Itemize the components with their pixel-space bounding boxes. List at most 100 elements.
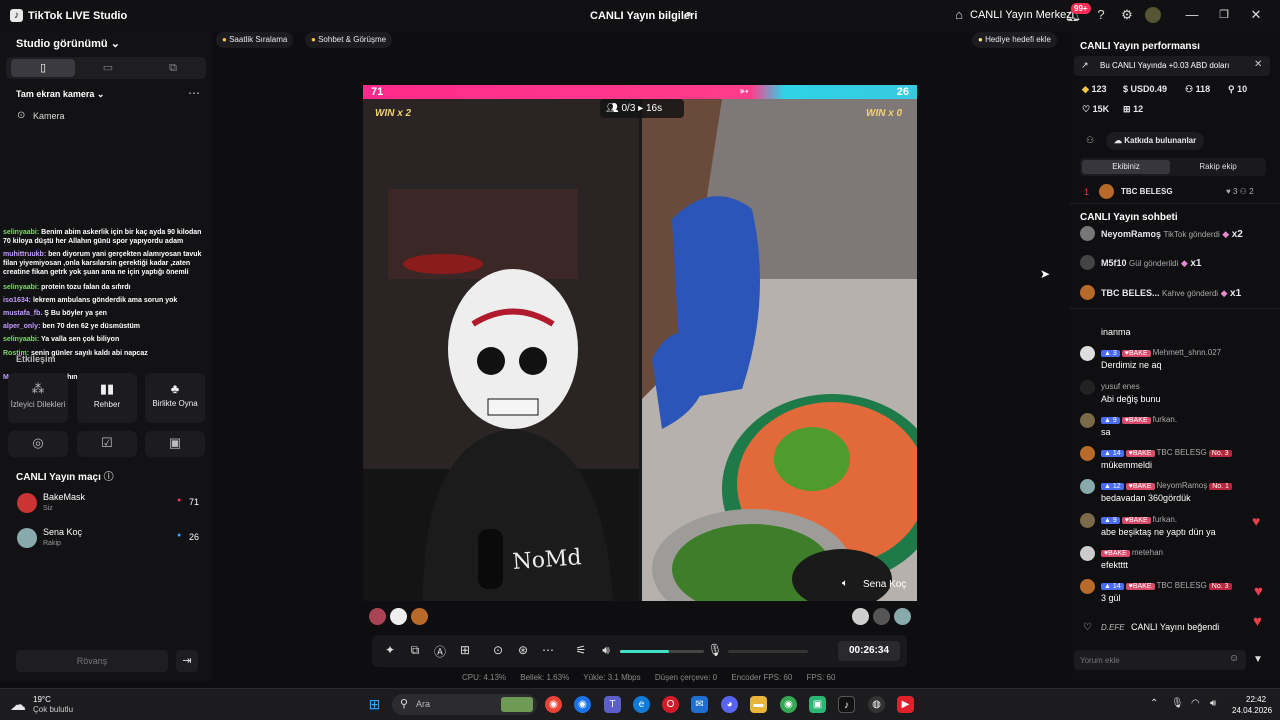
volume-icon[interactable]: 🔊︎	[597, 643, 615, 658]
volume-slider[interactable]	[620, 650, 704, 653]
chrome-icon[interactable]: ◉	[545, 696, 562, 713]
live-center-button[interactable]: CANLI Yayın Merkezi	[970, 9, 1074, 21]
close-icon[interactable]: ✕	[1254, 59, 1262, 70]
tool-tile-2[interactable]: ☑	[77, 431, 137, 457]
tab-our-team[interactable]: Ekibiniz	[1082, 160, 1170, 174]
opponent-win-streak: WIN x 0	[866, 108, 903, 119]
gift-icon: ⊞	[1123, 104, 1131, 114]
portrait-mode-button[interactable]: ▯	[11, 59, 75, 77]
teams-icon[interactable]: T	[604, 696, 621, 713]
windows-start-icon[interactable]: ⊞	[366, 696, 383, 713]
camera-source-label[interactable]: Kamera	[33, 111, 65, 121]
file-explorer-icon[interactable]: ▬	[750, 696, 767, 713]
app-icon[interactable]: ◍	[868, 696, 885, 713]
chat-username[interactable]: furkan.	[1153, 415, 1177, 424]
close-icon[interactable]: ✕	[1247, 6, 1265, 24]
app-icon[interactable]: ▣	[809, 696, 826, 713]
left-panel: Studio görünümü ⌄ ▯ ▭ ⧉ Tam ekran kamera…	[0, 31, 212, 681]
tray-chevron-icon[interactable]: ⌃	[1150, 698, 1158, 709]
chat-username[interactable]: Mehmett_shnn.027	[1153, 348, 1222, 357]
divider	[1070, 308, 1280, 309]
contributor-avatar[interactable]	[369, 608, 386, 625]
gear-icon[interactable]: ⚙	[1118, 6, 1136, 24]
studio-view-dropdown[interactable]: Studio görünümü ⌄	[16, 37, 120, 50]
tiktok-live-studio-icon[interactable]: ♪	[838, 696, 855, 713]
tab-rival-team[interactable]: Rakip ekip	[1174, 160, 1262, 174]
chat-username[interactable]: TBC BELESG	[1157, 581, 1207, 590]
chat-username[interactable]: NeyomRamoş	[1157, 481, 1208, 490]
gift-count: x1	[1230, 288, 1242, 299]
youtube-icon[interactable]: ▶	[897, 696, 914, 713]
tool-tile-1[interactable]: ◎	[8, 431, 68, 457]
viewer-wishes-tile[interactable]: ⁂ İzleyici Dilekleri	[8, 373, 68, 423]
speaker-icon[interactable]: 🔈︎	[842, 578, 848, 589]
tool-tile-3[interactable]: ▣	[145, 431, 205, 457]
chat-avatar	[1080, 413, 1095, 428]
avatar[interactable]	[1145, 7, 1161, 23]
contributor-avatar[interactable]	[873, 608, 890, 625]
chat-username[interactable]: furkan.	[1153, 515, 1177, 524]
play-together-tile[interactable]: ♣ Birlikte Oyna	[145, 373, 205, 423]
chrome-profile-icon[interactable]: ◉	[574, 696, 591, 713]
gift-goal-chip[interactable]: ● Hediye hedefi ekle	[972, 32, 1057, 48]
more-icon[interactable]: ⋯	[188, 86, 200, 100]
comment-box[interactable]: ☺	[1074, 650, 1246, 670]
contributor-avatar[interactable]	[390, 608, 407, 625]
metric-viewers: ⚇ 118	[1185, 84, 1211, 94]
chat-username[interactable]: TBC BELESG	[1157, 448, 1207, 457]
dual-mode-button[interactable]: ⧉	[141, 59, 205, 77]
ai-icon[interactable]: Ⓐ	[431, 643, 449, 660]
taskbar-search[interactable]: ⚲ Ara	[392, 694, 537, 715]
microphone-icon[interactable]: 🎙︎	[706, 643, 724, 657]
capture-icon[interactable]: ⊛	[514, 643, 532, 657]
chat-username[interactable]: metehan	[1132, 548, 1163, 557]
more-icon[interactable]: ⋯	[539, 643, 557, 657]
chat-username: selinyaabi:	[3, 336, 40, 343]
help-icon[interactable]: ?	[1092, 6, 1110, 24]
hourly-rank-chip[interactable]: ● Saatlik Sıralama	[216, 32, 294, 48]
level-badge: ▲ 14	[1101, 583, 1124, 590]
share-icon[interactable]: ↗	[682, 8, 692, 22]
contributors-button[interactable]: ☁ Katkıda bulunanlar	[1106, 132, 1205, 150]
team-tabs: Ekibiniz Rakip ekip	[1080, 158, 1266, 176]
rematch-button[interactable]: Rövanş	[16, 650, 168, 672]
record-icon[interactable]: ⊙	[489, 643, 507, 657]
microphone-icon[interactable]: 🎙︎	[1171, 698, 1184, 709]
restore-icon[interactable]: ❐	[1215, 6, 1233, 24]
filter-icon[interactable]: ▼	[1253, 654, 1263, 665]
wifi-icon[interactable]: ◠	[1191, 698, 1200, 709]
contributor-avatar[interactable]	[894, 608, 911, 625]
effects-icon[interactable]: ⧉	[406, 643, 424, 658]
mail-icon[interactable]: ✉	[691, 696, 708, 713]
magic-wand-icon[interactable]: ✦	[381, 643, 399, 657]
contributor-avatar[interactable]	[411, 608, 428, 625]
mixer-icon[interactable]: ⚟	[572, 643, 590, 657]
gift-sender-avatar	[1080, 285, 1095, 300]
chat-avatar	[1080, 546, 1095, 561]
chrome-alt-icon[interactable]: ◉	[780, 696, 797, 713]
emoji-icon[interactable]: ☺	[1229, 653, 1239, 664]
opera-icon[interactable]: O	[662, 696, 679, 713]
chat-message-header: ♥BAKE metehan	[1101, 548, 1163, 557]
clock-date: 24.04.2026	[1232, 706, 1273, 715]
source-title[interactable]: Tam ekran kamera ⌄	[16, 89, 104, 100]
live-duration: 00:26:34	[838, 641, 900, 661]
memory-stat: Bellek: 1.63%	[520, 673, 570, 682]
contributor-avatar[interactable]	[852, 608, 869, 625]
volume-icon[interactable]: 🔊︎	[1210, 698, 1216, 709]
minimize-icon[interactable]: —	[1183, 6, 1201, 24]
discord-icon[interactable]: ◕	[721, 696, 738, 713]
chat-avatar	[1080, 346, 1095, 361]
landscape-mode-button[interactable]: ▭	[76, 59, 140, 77]
top-contributor-stats: ♥ 3 ⚇ 2	[1226, 187, 1254, 196]
guide-tile[interactable]: ▮▮ Rehber	[77, 373, 137, 423]
mic-slider[interactable]	[728, 650, 808, 653]
chat-meet-chip[interactable]: ● Sohbet & Görüşme	[305, 32, 393, 48]
metric-usd: $ USD0.49	[1123, 84, 1168, 94]
comment-input[interactable]	[1080, 653, 1220, 667]
exit-match-icon[interactable]: ⇥	[176, 650, 198, 672]
chat-text: lekrem ambulans gönderdik ama sorun yok	[32, 297, 178, 304]
overlay-icon[interactable]: ⊞	[456, 643, 474, 657]
chat-username[interactable]: yusuf enes	[1101, 382, 1140, 391]
edge-icon[interactable]: e	[633, 696, 650, 713]
